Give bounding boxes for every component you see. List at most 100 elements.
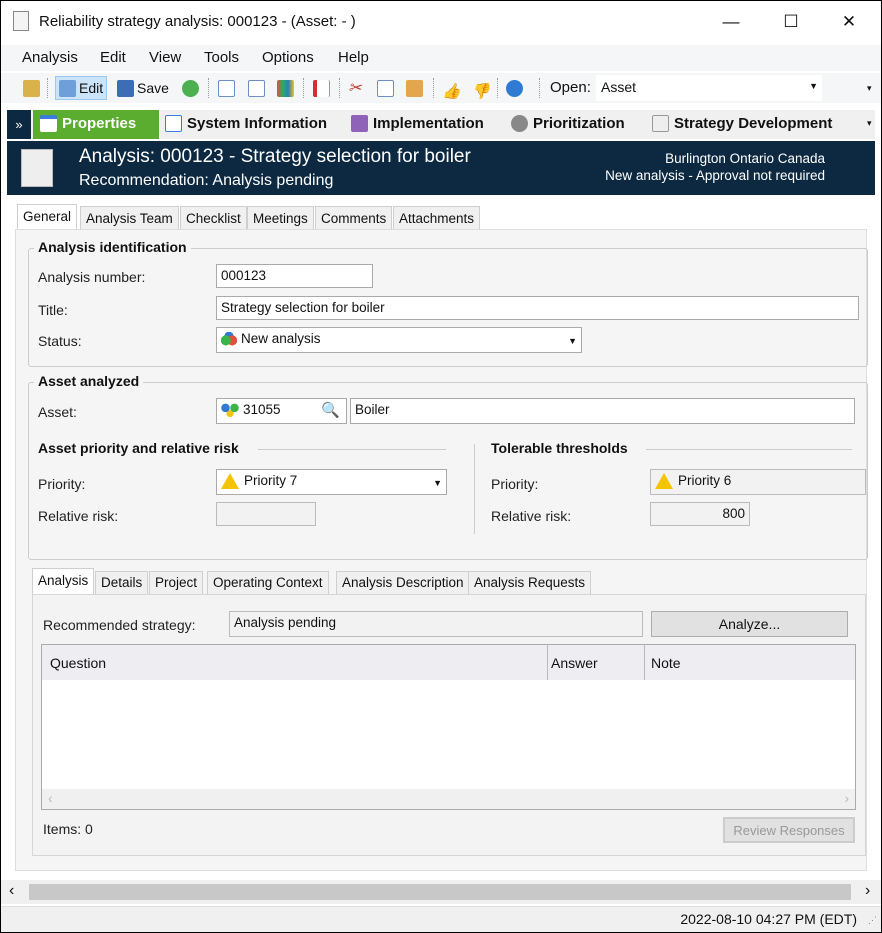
report-icon bbox=[313, 79, 330, 97]
system-info-icon bbox=[165, 115, 182, 132]
separator bbox=[208, 78, 209, 98]
tab-attachments[interactable]: Attachments bbox=[393, 206, 481, 229]
header-location: Burlington Ontario Canada bbox=[665, 151, 825, 166]
header-approval: New analysis - Approval not required bbox=[605, 168, 825, 183]
windows-icon bbox=[277, 79, 294, 97]
scroll-left-icon[interactable]: ‹ bbox=[9, 882, 14, 900]
column-note[interactable]: Note bbox=[651, 655, 681, 671]
info-icon bbox=[506, 79, 523, 97]
subtab-project[interactable]: Project bbox=[149, 571, 204, 594]
resize-grip-icon[interactable]: ⋰ bbox=[868, 915, 877, 926]
scroll-right-icon[interactable]: › bbox=[844, 790, 849, 806]
column-divider bbox=[644, 645, 645, 680]
tab-checklist[interactable]: Checklist bbox=[180, 206, 247, 229]
maximize-button[interactable]: ☐ bbox=[771, 9, 811, 35]
toolbar-overflow-icon[interactable]: ▾ bbox=[867, 83, 872, 94]
subtab-operating-context[interactable]: Operating Context bbox=[207, 571, 329, 594]
review-responses-button[interactable]: Review Responses bbox=[723, 817, 855, 843]
tolerable-priority-field: Priority 6 bbox=[650, 469, 866, 495]
column-answer[interactable]: Answer bbox=[551, 655, 598, 671]
scroll-left-icon[interactable]: ‹ bbox=[48, 790, 53, 806]
copy-document-button[interactable] bbox=[248, 76, 265, 100]
menu-view[interactable]: View bbox=[149, 49, 181, 66]
navigation-bar: » Properties System Information Implemen… bbox=[7, 110, 875, 139]
info-button[interactable] bbox=[506, 76, 523, 100]
asset-label: Asset: bbox=[38, 404, 77, 420]
chevron-down-icon: ▼ bbox=[568, 336, 577, 346]
strategy-icon bbox=[652, 115, 669, 132]
tab-general[interactable]: General bbox=[17, 204, 78, 230]
analyze-button[interactable]: Analyze... bbox=[651, 611, 848, 637]
nav-label: Prioritization bbox=[533, 115, 625, 132]
copy-document-icon bbox=[248, 79, 265, 97]
thumbs-down-icon: 👎 bbox=[471, 82, 490, 100]
status-bar: 2022-08-10 04:27 PM (EDT) ⋰ bbox=[1, 906, 881, 932]
nav-prioritization[interactable]: Prioritization bbox=[511, 115, 625, 132]
separator bbox=[339, 78, 340, 98]
main-horizontal-scrollbar[interactable]: ‹ › bbox=[1, 880, 881, 904]
edit-button[interactable]: Edit bbox=[55, 76, 108, 100]
tolerable-priority-value: Priority 6 bbox=[678, 473, 732, 488]
priority-heading: Asset priority and relative risk bbox=[38, 440, 239, 456]
analysis-number-field[interactable]: 000123 bbox=[216, 264, 373, 288]
copy-button[interactable] bbox=[377, 76, 394, 100]
questions-table: Question Answer Note ‹ › bbox=[41, 644, 856, 810]
nav-label: Properties bbox=[62, 115, 137, 132]
menu-tools[interactable]: Tools bbox=[204, 49, 239, 66]
edit-label: Edit bbox=[79, 80, 104, 96]
approve-button[interactable]: 👍 bbox=[442, 76, 461, 100]
nav-system-information[interactable]: System Information bbox=[165, 115, 327, 132]
collapse-chevron-icon[interactable]: » bbox=[7, 110, 31, 139]
copy-icon bbox=[377, 79, 394, 97]
tab-analysis-team[interactable]: Analysis Team bbox=[80, 206, 179, 229]
clipboard-icon bbox=[406, 79, 423, 97]
scrollbar-thumb[interactable] bbox=[29, 884, 851, 900]
tab-meetings[interactable]: Meetings bbox=[247, 206, 314, 229]
cut-button[interactable]: ✂ bbox=[348, 76, 365, 100]
save-icon bbox=[117, 79, 134, 97]
divider bbox=[646, 449, 852, 450]
status-icon bbox=[221, 332, 237, 347]
menu-edit[interactable]: Edit bbox=[100, 49, 126, 66]
scroll-right-icon[interactable]: › bbox=[865, 882, 870, 900]
subtab-details[interactable]: Details bbox=[95, 571, 149, 594]
tab-comments[interactable]: Comments bbox=[315, 206, 393, 229]
relative-risk-label: Relative risk: bbox=[38, 508, 119, 524]
nav-strategy-development[interactable]: Strategy Development bbox=[652, 115, 832, 132]
table-horizontal-scrollbar[interactable]: ‹ › bbox=[42, 789, 855, 809]
open-folder-button[interactable] bbox=[23, 76, 40, 100]
asset-name-field[interactable]: Boiler bbox=[350, 398, 855, 424]
paste-button[interactable] bbox=[406, 76, 423, 100]
separator bbox=[303, 78, 304, 98]
separator bbox=[497, 78, 498, 98]
open-dropdown[interactable]: Asset ▼ bbox=[596, 75, 822, 101]
title-field[interactable]: Strategy selection for boiler bbox=[216, 296, 859, 320]
search-icon[interactable]: 🔍 bbox=[321, 401, 340, 419]
subtab-analysis-description[interactable]: Analysis Description bbox=[336, 571, 470, 594]
new-button[interactable] bbox=[218, 76, 235, 100]
document-icon bbox=[13, 11, 29, 31]
vertical-divider bbox=[474, 444, 475, 534]
close-button[interactable]: ✕ bbox=[829, 9, 869, 35]
menu-analysis[interactable]: Analysis bbox=[22, 49, 78, 66]
save-button[interactable]: Save bbox=[117, 76, 169, 100]
subtab-analysis-requests[interactable]: Analysis Requests bbox=[468, 571, 592, 594]
report-button[interactable] bbox=[313, 76, 330, 100]
nav-implementation[interactable]: Implementation bbox=[351, 115, 484, 132]
divider bbox=[258, 449, 446, 450]
nav-properties[interactable]: Properties bbox=[40, 115, 136, 132]
minimize-button[interactable]: — bbox=[711, 9, 751, 35]
title-bar: Reliability strategy analysis: 000123 - … bbox=[1, 1, 881, 43]
column-question[interactable]: Question bbox=[50, 655, 106, 671]
windows-button[interactable] bbox=[277, 76, 294, 100]
asset-id-field[interactable]: 31055 🔍 bbox=[216, 398, 347, 424]
nav-overflow-icon[interactable]: ▾ bbox=[867, 118, 872, 129]
menu-help[interactable]: Help bbox=[338, 49, 369, 66]
priority-dropdown[interactable]: Priority 7 ▼ bbox=[216, 469, 447, 495]
menu-options[interactable]: Options bbox=[262, 49, 314, 66]
status-dropdown[interactable]: New analysis ▼ bbox=[216, 327, 582, 353]
subtab-analysis[interactable]: Analysis bbox=[32, 568, 95, 594]
properties-icon bbox=[40, 115, 57, 132]
reject-button[interactable]: 👎 bbox=[471, 76, 490, 100]
refresh-button[interactable] bbox=[182, 76, 199, 100]
